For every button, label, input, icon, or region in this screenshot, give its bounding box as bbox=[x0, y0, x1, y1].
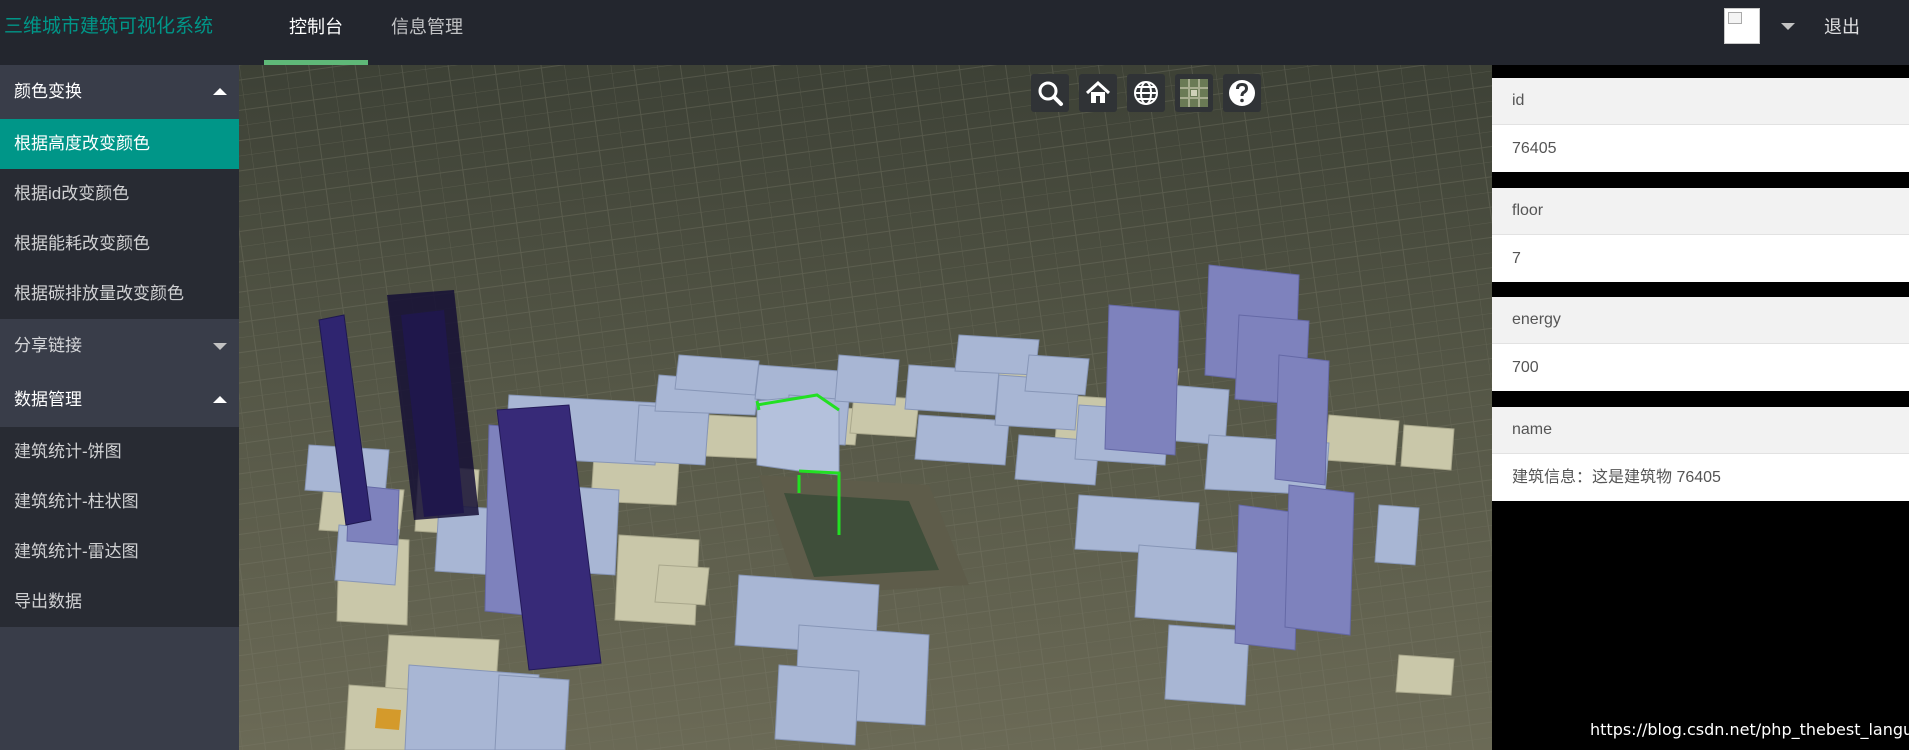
avatar[interactable] bbox=[1724, 8, 1760, 44]
imagery-layer-icon bbox=[1180, 79, 1208, 107]
sidebar-group-label: 数据管理 bbox=[14, 390, 82, 409]
sidebar-group-data-management[interactable]: 数据管理 bbox=[0, 373, 239, 427]
help-icon bbox=[1229, 80, 1255, 106]
sidebar-item-radar-chart[interactable]: 建筑统计-雷达图 bbox=[0, 527, 239, 577]
sidebar-submenu-color-transform: 根据高度改变颜色 根据id改变颜色 根据能耗改变颜色 根据碳排放量改变颜色 bbox=[0, 119, 239, 319]
chevron-up-icon bbox=[213, 396, 227, 403]
app-title: 三维城市建筑可视化系统 bbox=[4, 16, 214, 37]
globe-view-button[interactable] bbox=[1127, 74, 1165, 112]
search-button[interactable] bbox=[1031, 74, 1069, 112]
sidebar-item-color-by-energy[interactable]: 根据能耗改变颜色 bbox=[0, 219, 239, 269]
chevron-up-icon bbox=[213, 88, 227, 95]
sidebar-item-color-by-height[interactable]: 根据高度改变颜色 bbox=[0, 119, 239, 169]
sidebar-item-color-by-id[interactable]: 根据id改变颜色 bbox=[0, 169, 239, 219]
property-value: 7 bbox=[1492, 235, 1909, 282]
building-info-panel: id 76405 floor 7 energy 700 name 建筑信息：这是… bbox=[1492, 65, 1909, 750]
chevron-down-icon[interactable] bbox=[1781, 23, 1795, 30]
search-icon bbox=[1038, 81, 1063, 106]
tab-info-management[interactable]: 信息管理 bbox=[366, 0, 488, 54]
property-floor: floor 7 bbox=[1492, 188, 1909, 282]
home-icon bbox=[1085, 80, 1111, 103]
sidebar-group-label: 分享链接 bbox=[14, 336, 82, 355]
sidebar: 颜色变换 根据高度改变颜色 根据id改变颜色 根据能耗改变颜色 根据碳排放量改变… bbox=[0, 65, 239, 750]
home-button[interactable] bbox=[1079, 74, 1117, 112]
orange-structure bbox=[375, 708, 401, 730]
property-value: 700 bbox=[1492, 344, 1909, 391]
property-id: id 76405 bbox=[1492, 78, 1909, 172]
sidebar-group-color-transform[interactable]: 颜色变换 bbox=[0, 65, 239, 119]
top-header: 三维城市建筑可视化系统 控制台 信息管理 退出 bbox=[0, 0, 1909, 65]
globe-icon bbox=[1134, 81, 1158, 105]
property-energy: energy 700 bbox=[1492, 297, 1909, 391]
sidebar-item-color-by-carbon[interactable]: 根据碳排放量改变颜色 bbox=[0, 269, 239, 319]
property-key: energy bbox=[1492, 297, 1909, 344]
tab-console[interactable]: 控制台 bbox=[264, 0, 368, 65]
sidebar-item-bar-chart[interactable]: 建筑统计-柱状图 bbox=[0, 477, 239, 527]
sidebar-group-share-link[interactable]: 分享链接 bbox=[0, 319, 239, 373]
property-key: floor bbox=[1492, 188, 1909, 235]
sidebar-item-pie-chart[interactable]: 建筑统计-饼图 bbox=[0, 427, 239, 477]
logout-link[interactable]: 退出 bbox=[1824, 0, 1860, 54]
sidebar-item-export-data[interactable]: 导出数据 bbox=[0, 577, 239, 627]
property-key: id bbox=[1492, 78, 1909, 125]
chevron-down-icon bbox=[213, 343, 227, 350]
property-value: 76405 bbox=[1492, 125, 1909, 172]
imagery-layer-button[interactable] bbox=[1175, 74, 1213, 112]
city-scene[interactable] bbox=[239, 65, 1492, 750]
sidebar-submenu-data-management: 建筑统计-饼图 建筑统计-柱状图 建筑统计-雷达图 导出数据 bbox=[0, 427, 239, 627]
watermark: https://blog.csdn.net/php_thebest_langua… bbox=[1590, 720, 1909, 739]
property-value: 建筑信息：这是建筑物 76405 bbox=[1492, 454, 1909, 501]
property-name: name 建筑信息：这是建筑物 76405 bbox=[1492, 407, 1909, 501]
sidebar-group-label: 颜色变换 bbox=[14, 82, 82, 101]
3d-city-viewer[interactable] bbox=[239, 65, 1492, 750]
help-button[interactable] bbox=[1223, 74, 1261, 112]
property-key: name bbox=[1492, 407, 1909, 454]
